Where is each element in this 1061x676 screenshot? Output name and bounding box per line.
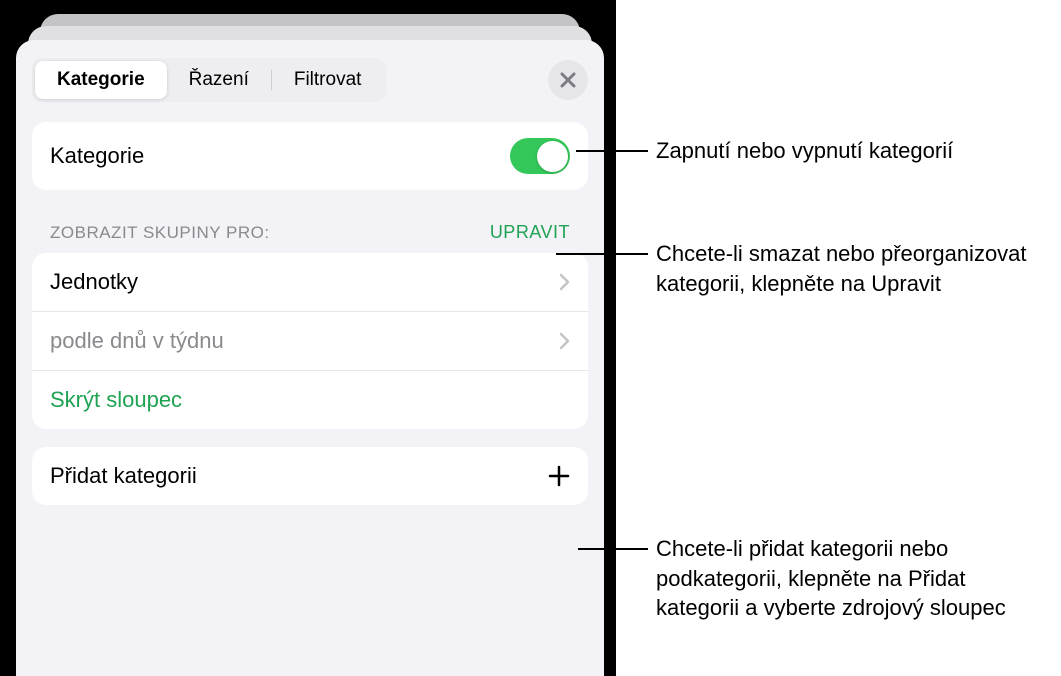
annotation-add-text: Chcete-li přidat kategorii nebo podkateg…	[656, 536, 1006, 620]
categories-toggle-switch[interactable]	[510, 138, 570, 174]
callout-line-1	[576, 150, 648, 152]
add-category-label: Přidat kategorii	[50, 463, 548, 489]
add-category-row[interactable]: Přidat kategorii	[32, 447, 588, 505]
edit-button[interactable]: UPRAVIT	[490, 222, 570, 243]
callout-line-3	[578, 548, 648, 550]
annotation-toggle: Zapnutí nebo vypnutí kategorií	[656, 136, 953, 166]
categories-toggle-card: Kategorie	[32, 122, 588, 190]
tab-categories-label: Kategorie	[57, 69, 145, 90]
group-row-by-days-prefix: podle	[50, 328, 110, 353]
hide-column-label: Skrýt sloupec	[50, 387, 570, 413]
chevron-right-icon	[559, 273, 570, 291]
tab-filter[interactable]: Filtrovat	[272, 61, 384, 99]
tab-categories[interactable]: Kategorie	[35, 61, 167, 99]
show-groups-header-label: ZOBRAZIT SKUPINY PRO:	[50, 223, 270, 243]
group-row-units-label: Jednotky	[50, 269, 559, 295]
toggle-knob	[537, 141, 568, 172]
categories-sheet: Kategorie Řazení Filtrovat Kategorie ZOB…	[16, 40, 604, 676]
close-button[interactable]	[548, 60, 588, 100]
tab-filter-label: Filtrovat	[294, 69, 362, 90]
show-groups-section-header: ZOBRAZIT SKUPINY PRO: UPRAVIT	[32, 222, 588, 253]
categories-toggle-row: Kategorie	[32, 122, 588, 190]
segmented-control: Kategorie Řazení Filtrovat	[32, 58, 386, 102]
tab-sorting-label: Řazení	[189, 69, 249, 90]
tab-sorting[interactable]: Řazení	[167, 61, 271, 99]
group-row-by-days[interactable]: podle dnů v týdnu	[32, 311, 588, 370]
close-icon	[559, 71, 577, 89]
plus-icon	[548, 465, 570, 487]
group-row-by-days-main: dnů v týdnu	[110, 328, 224, 353]
annotation-edit-text: Chcete-li smazat nebo přeorganizovat kat…	[656, 241, 1027, 296]
sheet-header: Kategorie Řazení Filtrovat	[32, 58, 588, 102]
categories-toggle-label: Kategorie	[50, 143, 510, 169]
group-row-units[interactable]: Jednotky	[32, 253, 588, 311]
chevron-right-icon	[559, 332, 570, 350]
hide-column-row[interactable]: Skrýt sloupec	[32, 370, 588, 429]
annotation-add: Chcete-li přidat kategorii nebo podkateg…	[656, 534, 1046, 623]
annotation-toggle-text: Zapnutí nebo vypnutí kategorií	[656, 138, 953, 163]
group-row-by-days-label: podle dnů v týdnu	[50, 328, 559, 354]
add-category-card: Přidat kategorii	[32, 447, 588, 505]
groups-card: Jednotky podle dnů v týdnu Skrýt sloupec	[32, 253, 588, 429]
annotation-edit: Chcete-li smazat nebo přeorganizovat kat…	[656, 239, 1036, 298]
callout-line-2	[556, 253, 648, 255]
